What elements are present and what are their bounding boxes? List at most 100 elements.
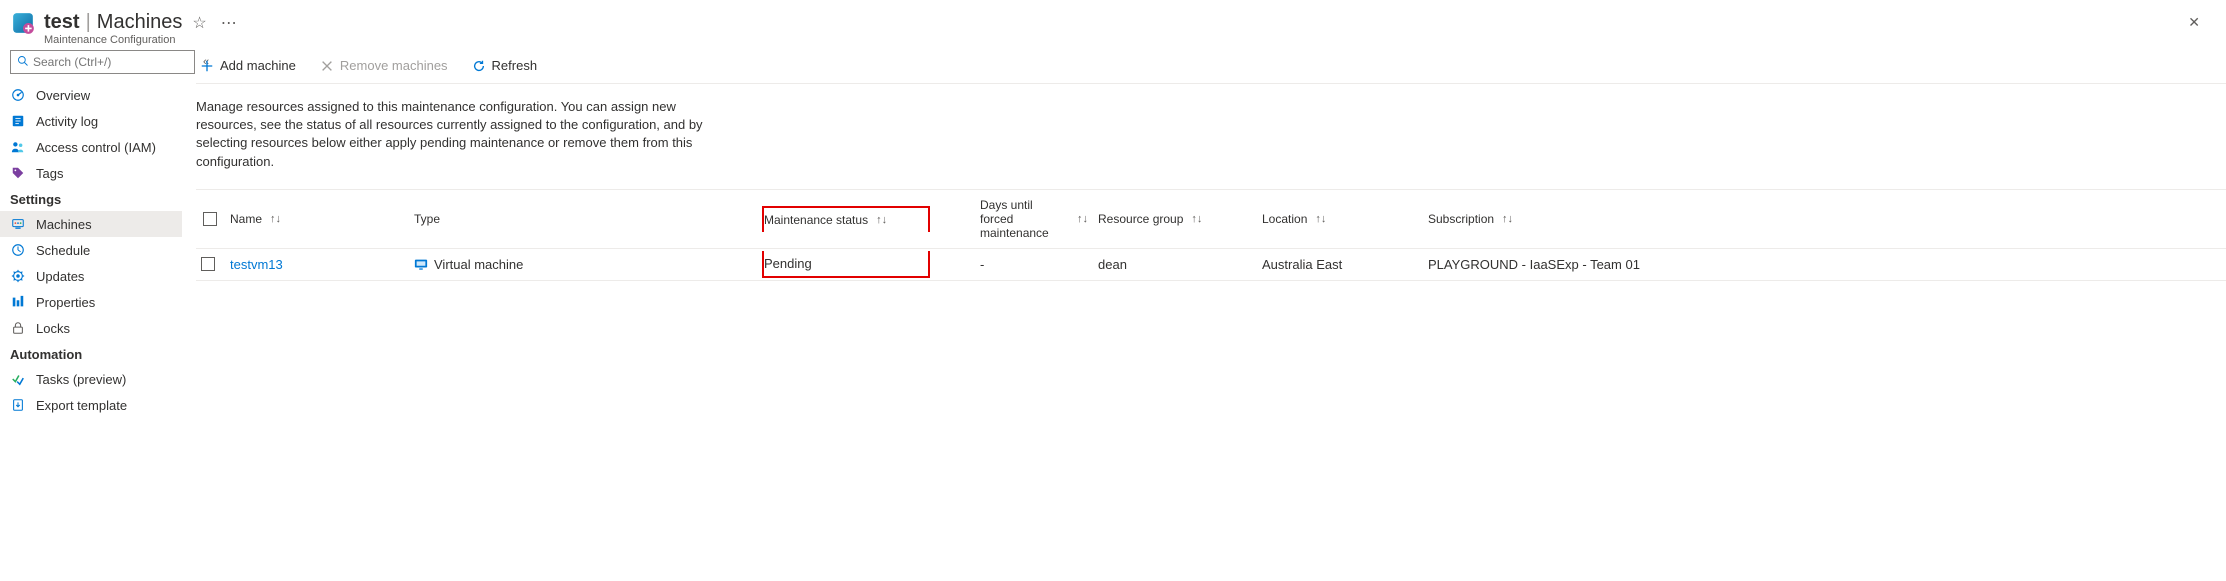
button-label: Refresh [492, 58, 538, 73]
sidebar-item-label: Schedule [36, 243, 90, 258]
header-label: Maintenance status [764, 213, 868, 227]
properties-icon [10, 294, 26, 310]
page-title-main: test [44, 11, 80, 34]
tags-icon [10, 165, 26, 181]
column-header-days[interactable]: Days until forced maintenance ↑↓ [930, 190, 1098, 248]
search-input[interactable] [33, 55, 188, 69]
sidebar-item-tasks[interactable]: Tasks (preview) [0, 366, 182, 392]
sort-icon: ↑↓ [876, 214, 887, 226]
cell-subscription: PLAYGROUND - IaaSExp - Team 01 [1428, 249, 2226, 280]
column-header-resource-group[interactable]: Resource group ↑↓ [1098, 204, 1262, 234]
sidebar-item-tags[interactable]: Tags [0, 160, 182, 186]
ellipsis-icon: ⋯ [221, 15, 237, 32]
column-header-subscription[interactable]: Subscription ↑↓ [1428, 204, 2226, 234]
cell-value: dean [1098, 257, 1127, 272]
checkbox-icon [203, 212, 217, 226]
cell-value: Australia East [1262, 257, 1342, 272]
sidebar-item-schedule[interactable]: Schedule [0, 237, 182, 263]
more-button[interactable]: ⋯ [217, 12, 241, 36]
page-title-section: Machines [97, 11, 183, 34]
sidebar-item-label: Updates [36, 269, 84, 284]
cell-value: PLAYGROUND - IaaSExp - Team 01 [1428, 257, 1640, 272]
machines-table: Name ↑↓ Type Maintenance status ↑↓ [196, 189, 2226, 281]
sidebar-item-access-control[interactable]: Access control (IAM) [0, 134, 182, 160]
sidebar-item-machines[interactable]: Machines [0, 211, 182, 237]
title-separator: | [86, 11, 91, 34]
machines-icon [10, 216, 26, 232]
cell-value: Pending [764, 256, 812, 271]
cell-days: - [930, 249, 1098, 280]
tasks-icon [10, 371, 26, 387]
remove-machines-button[interactable]: Remove machines [316, 56, 452, 75]
sidebar-item-label: Properties [36, 295, 95, 310]
column-header-type[interactable]: Type [414, 204, 762, 234]
column-header-status[interactable]: Maintenance status ↑↓ [762, 206, 930, 232]
sidebar-item-label: Tasks (preview) [36, 372, 126, 387]
remove-icon [320, 59, 334, 73]
close-icon: ✕ [2188, 14, 2200, 30]
locks-icon [10, 320, 26, 336]
nav-group-automation: Automation [0, 341, 182, 366]
button-label: Remove machines [340, 58, 448, 73]
star-icon: ☆ [192, 15, 206, 32]
sidebar-item-export-template[interactable]: Export template [0, 392, 182, 418]
sidebar-item-label: Export template [36, 398, 127, 413]
column-header-name[interactable]: Name ↑↓ [230, 204, 414, 234]
row-select[interactable] [196, 249, 230, 279]
sidebar-item-locks[interactable]: Locks [0, 315, 182, 341]
sort-icon: ↑↓ [270, 213, 281, 225]
resource-icon [10, 10, 36, 36]
table-row[interactable]: testvm13 Virtual machine Pending - dean [196, 249, 2226, 281]
machine-link[interactable]: testvm13 [230, 257, 283, 272]
sort-icon: ↑↓ [1502, 213, 1513, 225]
sort-icon: ↑↓ [1315, 213, 1326, 225]
updates-icon [10, 268, 26, 284]
sort-icon: ↑↓ [1077, 213, 1088, 225]
refresh-button[interactable]: Refresh [468, 56, 542, 75]
sidebar-item-updates[interactable]: Updates [0, 263, 182, 289]
sidebar-item-label: Access control (IAM) [36, 140, 156, 155]
page-header: test | Machines ☆ ⋯ Maintenance Configur… [0, 0, 2226, 50]
sort-icon: ↑↓ [1191, 213, 1202, 225]
description-text: Manage resources assigned to this mainte… [196, 84, 716, 189]
cell-location: Australia East [1262, 249, 1428, 280]
page-subtitle: Maintenance Configuration [44, 34, 241, 46]
header-label: Location [1262, 212, 1307, 226]
sidebar-item-overview[interactable]: Overview [0, 82, 182, 108]
sidebar: « Overview Activity log Access control (… [0, 50, 182, 581]
close-button[interactable]: ✕ [2178, 8, 2210, 37]
plus-icon [200, 59, 214, 73]
search-icon [17, 55, 29, 70]
sidebar-item-label: Overview [36, 88, 90, 103]
header-label: Subscription [1428, 212, 1494, 226]
nav-group-settings: Settings [0, 186, 182, 211]
schedule-icon [10, 242, 26, 258]
header-label: Name [230, 212, 262, 226]
toolbar: Add machine Remove machines Refresh [196, 50, 2226, 84]
add-machine-button[interactable]: Add machine [196, 56, 300, 75]
cell-name: testvm13 [230, 249, 414, 280]
column-header-location[interactable]: Location ↑↓ [1262, 204, 1428, 234]
access-control-icon [10, 139, 26, 155]
cell-resource-group: dean [1098, 249, 1262, 280]
header-label: Days until forced maintenance [980, 198, 1069, 240]
sidebar-item-label: Activity log [36, 114, 98, 129]
sidebar-item-label: Machines [36, 217, 92, 232]
sidebar-item-label: Locks [36, 321, 70, 336]
cell-value: - [980, 257, 984, 272]
main-content: Add machine Remove machines Refresh Mana… [182, 50, 2226, 581]
vm-icon [414, 257, 428, 271]
search-box[interactable] [10, 50, 195, 74]
select-all-header[interactable] [196, 204, 230, 234]
checkbox-icon [201, 257, 215, 271]
sidebar-item-activity-log[interactable]: Activity log [0, 108, 182, 134]
cell-value: Virtual machine [434, 257, 523, 272]
export-template-icon [10, 397, 26, 413]
cell-status: Pending [762, 251, 930, 278]
header-label: Type [414, 212, 440, 226]
sidebar-item-properties[interactable]: Properties [0, 289, 182, 315]
overview-icon [10, 87, 26, 103]
refresh-icon [472, 59, 486, 73]
button-label: Add machine [220, 58, 296, 73]
favorite-button[interactable]: ☆ [188, 12, 210, 36]
